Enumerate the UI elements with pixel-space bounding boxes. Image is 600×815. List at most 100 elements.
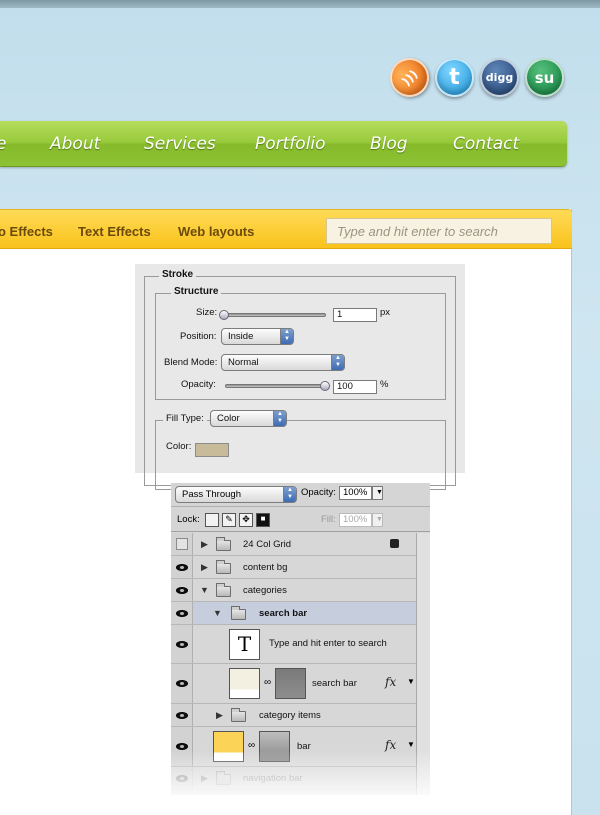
nav-item-about[interactable]: About: [50, 134, 100, 154]
digg-icon[interactable]: digg: [480, 58, 519, 97]
eye-icon: [175, 680, 188, 687]
visibility-toggle[interactable]: [171, 704, 193, 726]
opacity-field[interactable]: 100: [333, 380, 377, 394]
disclosure-triangle-icon[interactable]: ▶: [216, 710, 223, 721]
category-web-layouts[interactable]: Web layouts: [178, 224, 254, 239]
eye-icon: [175, 586, 188, 594]
top-strip: [0, 0, 600, 8]
layer-row[interactable]: ▼ categories: [171, 579, 430, 602]
layer-name: Type and hit enter to search: [269, 638, 387, 649]
lock-transparent-icon[interactable]: [205, 513, 219, 527]
disclosure-triangle-icon[interactable]: ▶: [201, 562, 208, 573]
fill-type-label: Fill Type:: [163, 413, 207, 424]
layer-row[interactable]: ▶ content bg: [171, 556, 430, 579]
eye-icon: [175, 711, 188, 719]
category-bar: o Effects Text Effects Web layouts Type …: [0, 209, 572, 249]
position-select[interactable]: Inside ▲ ▼: [221, 328, 294, 345]
fill-field[interactable]: 100%: [339, 513, 372, 527]
hidden-icon: [175, 538, 188, 550]
visibility-toggle[interactable]: [171, 625, 193, 663]
layer-row[interactable]: ∞ bar fx ▼: [171, 727, 430, 767]
disclosure-triangle-expanded-icon[interactable]: ▼: [200, 585, 209, 595]
opacity-label: Opacity:: [181, 379, 216, 390]
opacity-slider-knob[interactable]: [320, 381, 330, 391]
disclosure-triangle-icon[interactable]: ▶: [201, 773, 208, 784]
visibility-toggle[interactable]: [171, 602, 193, 624]
layer-row-selected[interactable]: ▼ search bar: [171, 602, 430, 625]
visibility-toggle[interactable]: [171, 533, 193, 555]
folder-icon: [216, 771, 231, 785]
fill-label: Fill:: [321, 514, 336, 525]
layer-row[interactable]: T Type and hit enter to search: [171, 625, 430, 664]
folder-icon: [231, 606, 246, 620]
layer-row[interactable]: ∞ search bar fx ▼: [171, 664, 430, 704]
chevron-updown-icon: ▲ ▼: [283, 487, 296, 502]
layer-color-thumbnail: [229, 668, 260, 699]
opacity-unit: %: [380, 379, 389, 390]
position-label: Position:: [180, 331, 217, 342]
category-photo-effects[interactable]: o Effects: [0, 224, 53, 239]
visibility-toggle[interactable]: [171, 664, 193, 703]
social-links: ))) t digg su: [381, 49, 564, 106]
layer-opacity-label: Opacity:: [301, 487, 336, 498]
opacity-dropdown-icon[interactable]: ▼: [372, 486, 383, 500]
visibility-toggle[interactable]: [171, 579, 193, 601]
link-icon: ∞: [264, 677, 272, 688]
eye-icon: [175, 743, 188, 750]
layer-blend-mode-value: Pass Through: [182, 489, 241, 500]
visibility-toggle[interactable]: [171, 767, 193, 789]
nav-item-services[interactable]: Services: [144, 134, 216, 154]
search-input[interactable]: Type and hit enter to search: [326, 218, 552, 244]
nav-item-portfolio[interactable]: Portfolio: [255, 134, 326, 154]
stumbleupon-icon[interactable]: su: [525, 58, 564, 97]
layer-name: categories: [243, 585, 287, 596]
rss-icon[interactable]: ))): [381, 49, 438, 106]
color-swatch[interactable]: [195, 443, 229, 457]
layer-row[interactable]: ▶ category items: [171, 704, 430, 727]
layer-row[interactable]: ▶ 24 Col Grid: [171, 533, 430, 556]
eye-icon: [175, 640, 188, 648]
fill-type-select-value: Color: [217, 413, 240, 424]
layers-toolbar: Pass Through ▲ ▼ Opacity: 100% ▼: [171, 483, 430, 507]
structure-title: Structure: [171, 286, 222, 297]
main-navigation: e About Services Portfolio Blog Contact: [0, 121, 567, 167]
layers-lock-bar: Lock: ✎ ✥ ■ Fill: 100% ▼: [171, 507, 430, 532]
position-select-value: Inside: [228, 331, 254, 342]
layers-scrollbar[interactable]: [416, 533, 430, 795]
opacity-slider[interactable]: [225, 384, 329, 388]
layer-effects-icon[interactable]: fx: [385, 675, 396, 689]
layer-name: content bg: [243, 562, 288, 573]
visibility-toggle[interactable]: [171, 727, 193, 766]
disclosure-triangle-expanded-icon[interactable]: ▼: [213, 608, 222, 618]
category-text-effects[interactable]: Text Effects: [78, 224, 151, 239]
lock-position-icon[interactable]: ✥: [239, 513, 253, 527]
size-slider[interactable]: [222, 313, 326, 317]
size-slider-knob[interactable]: [219, 310, 229, 320]
twitter-icon[interactable]: t: [435, 58, 474, 97]
lock-all-icon[interactable]: ■: [256, 513, 270, 527]
chevron-updown-icon: ▲ ▼: [331, 355, 344, 370]
layer-blend-mode-select[interactable]: Pass Through ▲ ▼: [175, 486, 297, 503]
lock-paint-icon[interactable]: ✎: [222, 513, 236, 527]
eye-icon: [175, 563, 188, 571]
layer-effects-icon[interactable]: fx: [385, 738, 396, 752]
size-label: Size:: [196, 307, 218, 318]
layer-name: category items: [259, 710, 321, 721]
fill-type-select[interactable]: Color ▲ ▼: [210, 410, 287, 427]
size-field[interactable]: 1: [333, 308, 377, 322]
nav-item-home[interactable]: e: [0, 134, 6, 154]
fill-dropdown-icon[interactable]: ▼: [372, 513, 383, 527]
blend-mode-select[interactable]: Normal ▲ ▼: [221, 354, 345, 371]
layer-row[interactable]: ▶ navigation bar: [171, 767, 430, 790]
layers-panel: Pass Through ▲ ▼ Opacity: 100% ▼ Lock: ✎ …: [171, 483, 430, 795]
nav-item-blog[interactable]: Blog: [370, 134, 408, 154]
expand-effects-icon[interactable]: ▼: [407, 740, 415, 749]
vector-mask-thumbnail: [259, 731, 290, 762]
visibility-toggle[interactable]: [171, 556, 193, 578]
nav-item-contact[interactable]: Contact: [453, 134, 519, 154]
layer-opacity-field[interactable]: 100%: [339, 486, 372, 500]
text-layer-thumbnail: T: [229, 629, 260, 660]
disclosure-triangle-icon[interactable]: ▶: [201, 539, 208, 550]
folder-icon: [231, 708, 246, 722]
expand-effects-icon[interactable]: ▼: [407, 677, 415, 686]
